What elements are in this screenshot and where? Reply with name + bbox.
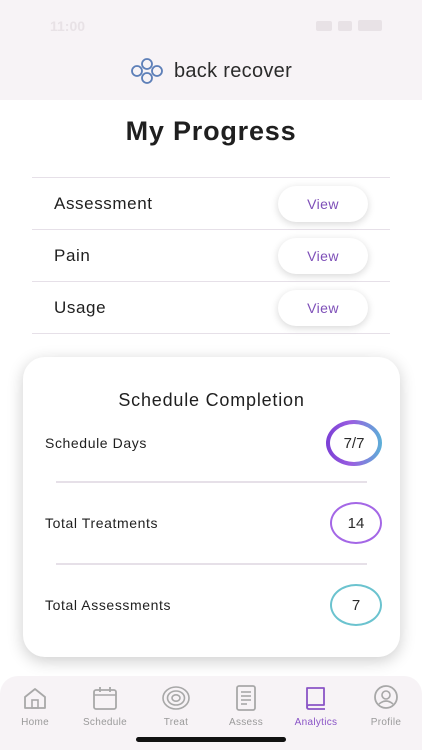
stat-row-total-treatments: Total Treatments 14: [45, 502, 382, 544]
user-circle-icon: [374, 685, 398, 709]
schedule-days-ring: 7/7: [326, 420, 382, 466]
four-rings-logo-icon: [131, 58, 163, 84]
tab-schedule[interactable]: Schedule: [75, 684, 135, 736]
tab-label: Home: [21, 717, 49, 728]
brand: back recover: [0, 58, 422, 84]
view-pain-button[interactable]: View: [278, 237, 368, 274]
stat-value: 14: [347, 514, 365, 532]
tab-label: Treat: [163, 717, 189, 728]
app-header: 11:00 back recover: [0, 0, 422, 100]
total-treatments-ring: 14: [330, 502, 382, 544]
progress-row-usage: Usage View: [32, 282, 390, 334]
stat-label: Total Assessments: [45, 597, 172, 613]
tab-label: Assess: [228, 717, 264, 728]
stat-label: Schedule Days: [45, 435, 147, 451]
progress-list: Assessment View Pain View Usage View: [32, 177, 390, 334]
progress-row-pain: Pain View: [32, 230, 390, 282]
book-icon: [306, 687, 325, 710]
target-icon: [162, 686, 190, 710]
schedule-completion-card: Schedule Completion Schedule Days 7/7 To…: [23, 357, 400, 657]
status-bar: 11:00: [0, 16, 422, 36]
clipboard-icon: [236, 685, 256, 711]
view-usage-button[interactable]: View: [278, 289, 368, 326]
battery-icon: [358, 20, 382, 31]
tab-label: Analytics: [294, 717, 338, 728]
progress-label: Pain: [54, 245, 91, 265]
page-title: My Progress: [125, 116, 297, 146]
signal-icon: [316, 20, 332, 31]
view-assessment-button[interactable]: View: [278, 185, 368, 222]
tab-profile[interactable]: Profile: [356, 684, 416, 736]
brand-name: back recover: [173, 59, 293, 82]
card-title: Schedule Completion: [118, 390, 305, 410]
tab-analytics[interactable]: Analytics: [286, 684, 346, 736]
stat-value: 7/7: [343, 434, 365, 452]
home-indicator: [136, 737, 286, 742]
status-time: 11:00: [50, 18, 86, 34]
status-icons: [316, 20, 382, 31]
tab-treat[interactable]: Treat: [146, 684, 206, 736]
calendar-icon: [93, 687, 117, 710]
tab-label: Profile: [370, 717, 402, 728]
progress-label: Assessment: [54, 193, 153, 213]
tab-label: Schedule: [82, 717, 128, 728]
stat-row-total-assessments: Total Assessments 7: [45, 584, 382, 626]
tab-assess[interactable]: Assess: [216, 684, 276, 736]
divider: [56, 481, 367, 483]
home-icon: [24, 688, 46, 709]
progress-row-assessment: Assessment View: [32, 178, 390, 230]
progress-label: Usage: [54, 297, 107, 317]
wifi-icon: [338, 20, 352, 31]
stat-value: 7: [351, 596, 361, 614]
stat-row-schedule-days: Schedule Days 7/7: [45, 420, 382, 466]
total-assessments-ring: 7: [330, 584, 382, 626]
tab-home[interactable]: Home: [5, 684, 65, 736]
divider: [56, 563, 367, 565]
stat-label: Total Treatments: [45, 515, 159, 531]
